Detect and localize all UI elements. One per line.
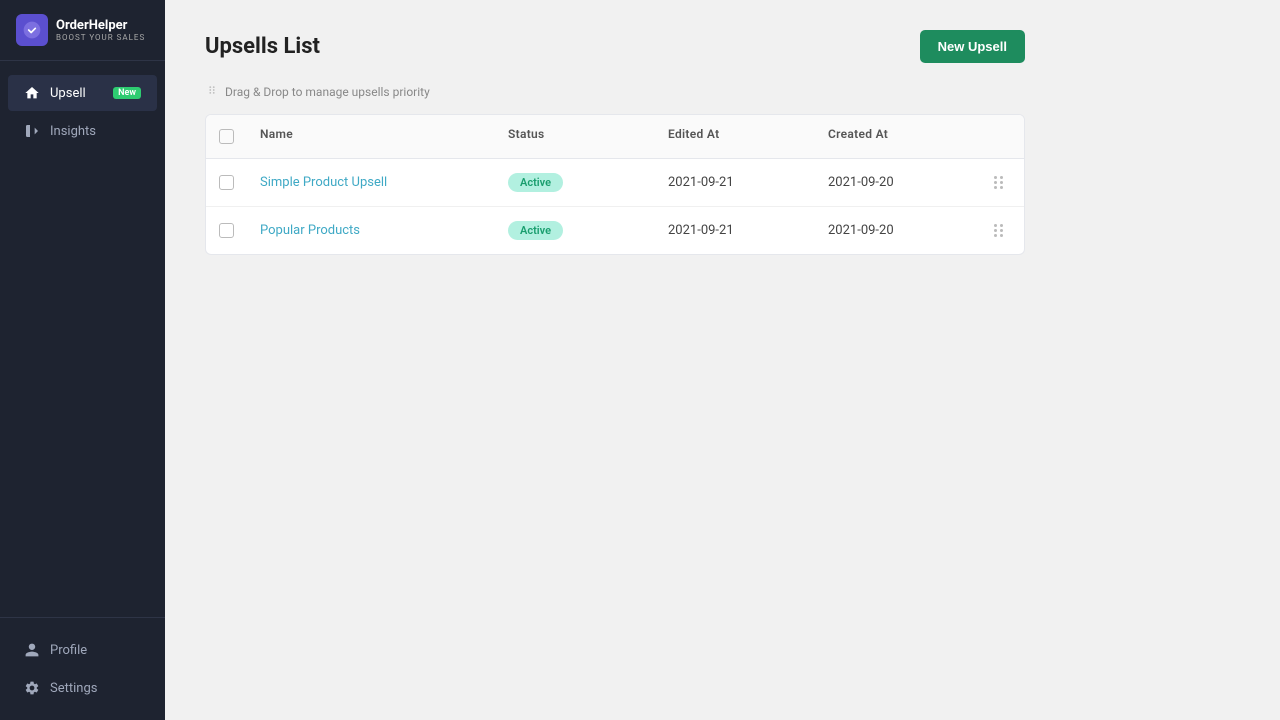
row-1-name-link[interactable]: Simple Product Upsell: [260, 175, 387, 190]
row-2-checkbox[interactable]: [219, 223, 234, 238]
col-header-name: Name: [246, 115, 494, 158]
row-1-created-at: 2021-09-20: [814, 161, 974, 204]
logo-subtitle: Boost Your Sales: [56, 33, 145, 42]
row-2-status: Active: [494, 207, 654, 254]
table-header: Name Status Edited At Created At: [206, 115, 1024, 159]
sidebar-item-insights[interactable]: Insights: [8, 113, 157, 149]
sidebar-item-settings[interactable]: Settings: [8, 670, 157, 706]
sidebar-item-upsell[interactable]: Upsell New: [8, 75, 157, 111]
upsells-table: Name Status Edited At Created At Simple …: [205, 114, 1025, 255]
sidebar-item-insights-label: Insights: [50, 124, 96, 139]
sidebar-item-upsell-label: Upsell: [50, 86, 86, 101]
select-all-checkbox[interactable]: [219, 129, 234, 144]
row-2-name-link[interactable]: Popular Products: [260, 223, 360, 238]
col-header-status: Status: [494, 115, 654, 158]
settings-icon: [24, 680, 40, 696]
home-icon: [24, 85, 40, 101]
sidebar-navigation: Upsell New Insights: [0, 61, 165, 617]
sidebar-item-settings-label: Settings: [50, 681, 97, 696]
row-checkbox-cell: [206, 161, 246, 204]
col-header-created-at: Created At: [814, 115, 974, 158]
insights-icon: [24, 123, 40, 139]
new-upsell-button[interactable]: New Upsell: [920, 30, 1025, 63]
drag-hint-text: Drag & Drop to manage upsells priority: [225, 85, 430, 99]
row-2-drag-handle[interactable]: [974, 210, 1024, 251]
table-row: Simple Product Upsell Active 2021-09-21 …: [206, 159, 1024, 207]
row-2-name: Popular Products: [246, 209, 494, 252]
sidebar: OrderHelper Boost Your Sales Upsell New …: [0, 0, 165, 720]
header-checkbox-cell: [206, 115, 246, 158]
drag-hint: Drag & Drop to manage upsells priority: [205, 83, 1025, 100]
logo-title: OrderHelper: [56, 18, 145, 34]
sidebar-footer: Profile Settings: [0, 617, 165, 720]
drag-hint-icon: [205, 83, 219, 100]
row-2-checkbox-cell: [206, 209, 246, 252]
profile-icon: [24, 642, 40, 658]
row-1-edited-at: 2021-09-21: [654, 161, 814, 204]
main-content-area: Upsells List New Upsell Drag & Drop to m…: [165, 0, 1280, 720]
row-1-drag-handle[interactable]: [974, 162, 1024, 203]
row-2-edited-at: 2021-09-21: [654, 209, 814, 252]
col-header-edited-at: Edited At: [654, 115, 814, 158]
page-header: Upsells List New Upsell: [205, 30, 1025, 63]
upsell-new-badge: New: [113, 87, 141, 99]
row-1-checkbox[interactable]: [219, 175, 234, 190]
row-2-created-at: 2021-09-20: [814, 209, 974, 252]
col-header-actions: [974, 115, 1024, 158]
logo-icon: [16, 14, 48, 46]
app-logo: OrderHelper Boost Your Sales: [0, 0, 165, 61]
row-1-status: Active: [494, 159, 654, 206]
row-1-name: Simple Product Upsell: [246, 161, 494, 204]
table-row: Popular Products Active 2021-09-21 2021-…: [206, 207, 1024, 254]
sidebar-item-profile[interactable]: Profile: [8, 632, 157, 668]
row-1-status-badge: Active: [508, 173, 563, 192]
row-2-status-badge: Active: [508, 221, 563, 240]
page-title: Upsells List: [205, 34, 320, 59]
sidebar-item-profile-label: Profile: [50, 643, 87, 658]
